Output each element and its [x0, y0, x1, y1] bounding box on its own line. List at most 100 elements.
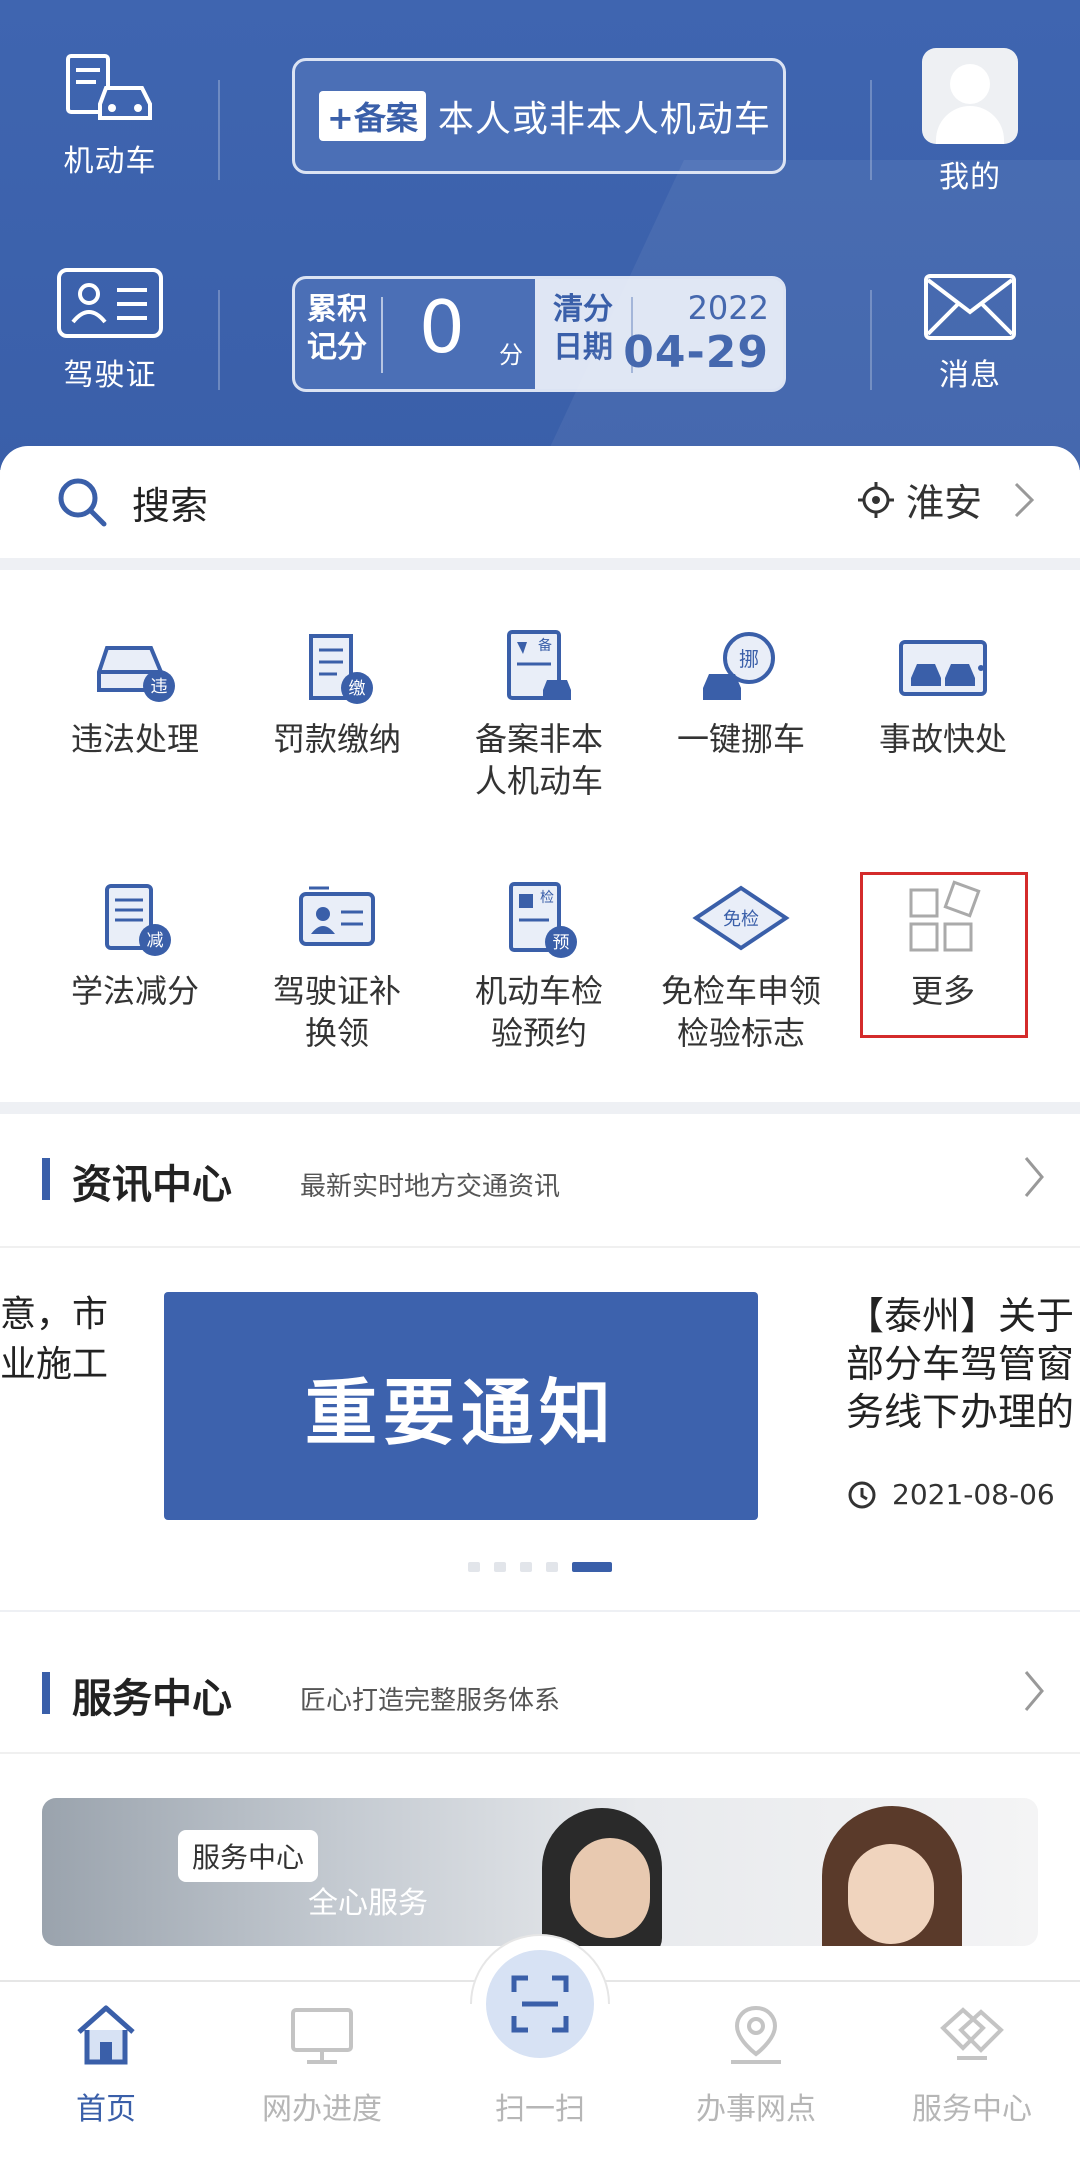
news-text: 意，市 [0, 1294, 109, 1335]
beian-card[interactable]: +备案 本人或非本人机动车 [292, 58, 786, 174]
score-value: 0 [419, 285, 465, 369]
study-law-icon: 减 [105, 884, 171, 956]
news-text: 业施工 [0, 1344, 109, 1385]
news-header[interactable]: 资讯中心 最新实时地方交通资讯 [0, 1114, 1080, 1238]
accident-icon [899, 640, 987, 696]
message-entry[interactable]: 消息 [900, 272, 1040, 394]
location-pin-icon [731, 2005, 781, 2064]
search-bar[interactable]: 搜索 淮安 [0, 446, 1080, 558]
violation-car-icon: 违 [97, 646, 175, 702]
vehicle-label: 机动车 [63, 144, 157, 179]
banner-tag: 服务中心 [178, 1830, 319, 1882]
fine-payment-icon: 缴 [309, 634, 373, 704]
banner-subtitle: 全心服务 [308, 1886, 428, 1921]
service-label: 事故快处 [878, 720, 1007, 758]
service-accident[interactable]: 事故快处 [848, 628, 1038, 760]
home-icon [77, 2005, 135, 2065]
license-entry[interactable]: 驾驶证 [40, 266, 180, 394]
record-vehicle-icon: 备 [507, 630, 571, 700]
news-item-prev[interactable]: 意，市 业施工 [0, 1290, 108, 1390]
beian-tag: +备案 [319, 91, 426, 141]
inspection-booking-icon: 检 预 [509, 882, 577, 958]
move-car-icon: 挪 [703, 632, 775, 700]
service-record[interactable]: 备 备案非本 人机动车 [444, 628, 634, 802]
divider [870, 290, 872, 390]
locate-icon [857, 481, 894, 518]
divider [218, 290, 220, 390]
envelope-icon [924, 274, 1016, 340]
city-label: 淮安 [905, 481, 982, 525]
exempt-sign-icon: 免检 [692, 885, 790, 951]
monitor-icon [291, 2008, 353, 2064]
nav-label: 网办进度 [262, 2092, 382, 2127]
clear-key: 清分日期 [553, 292, 613, 365]
chevron-right-icon [1014, 482, 1035, 517]
section-title: 资讯中心 [72, 1162, 232, 1208]
banner-title: 重要通知 [304, 1370, 617, 1455]
license-label: 驾驶证 [63, 358, 157, 393]
divider [218, 80, 220, 180]
search-input[interactable]: 搜索 [132, 475, 208, 530]
service-label: 机动车检 验预约 [474, 972, 603, 1052]
license-card-icon [57, 268, 163, 338]
news-section: 资讯中心 最新实时地方交通资讯 意，市 业施工 重要通知 【泰州】关于 部分车驾… [0, 1114, 1080, 1610]
service-inspection[interactable]: 检 预 机动车检 验预约 [444, 880, 634, 1054]
service-label: 备案非本 人机动车 [474, 720, 603, 800]
mine-entry[interactable]: 我的 [900, 48, 1040, 196]
nav-label: 扫一扫 [495, 2092, 585, 2127]
nav-progress[interactable]: 网办进度 [222, 2000, 422, 2128]
vehicle-entry[interactable]: 机动车 [40, 48, 180, 180]
svg-text:备: 备 [538, 637, 552, 654]
clear-date: 04-29 [623, 327, 769, 378]
service-fine[interactable]: 缴 罚款缴纳 [242, 628, 432, 760]
service-label: 违法处理 [70, 720, 199, 758]
more-highlight-box [860, 872, 1028, 1038]
service-label: 罚款缴纳 [272, 720, 401, 758]
date-text: 2021-08-06 [892, 1478, 1055, 1511]
services-grid: 违 违法处理 缴 罚款缴纳 备 备案非本 人机动车 挪 一键挪车 事故快处 减 … [0, 570, 1080, 1102]
beian-text: 本人或非本人机动车 [437, 99, 771, 140]
divider [870, 80, 872, 180]
service-violation[interactable]: 违 违法处理 [40, 628, 230, 760]
svg-text:缴: 缴 [349, 679, 366, 699]
news-text: 部分车驾管窗 [846, 1342, 1075, 1386]
svg-text:违: 违 [151, 677, 168, 697]
svg-text:减: 减 [147, 931, 164, 951]
service-study-law[interactable]: 减 学法减分 [40, 880, 230, 1012]
score-card[interactable]: 累积记分 0 分 清分日期 2022 04-29 [292, 276, 786, 392]
chevron-right-icon [1024, 1157, 1044, 1197]
mine-label: 我的 [939, 160, 1001, 195]
nav-label: 首页 [76, 2092, 136, 2127]
nav-label: 服务中心 [912, 2092, 1032, 2127]
score-unit: 分 [499, 341, 523, 369]
service-center-header[interactable]: 服务中心 匠心打造完整服务体系 [0, 1628, 1080, 1752]
section-subtitle: 匠心打造完整服务体系 [300, 1686, 561, 1716]
nav-scan[interactable]: 扫一扫 [440, 2000, 640, 2128]
service-move-car[interactable]: 挪 一键挪车 [646, 628, 836, 760]
news-banner[interactable]: 重要通知 [164, 1292, 758, 1520]
carousel-indicator [468, 1562, 612, 1572]
header: 机动车 驾驶证 +备案 本人或非本人机动车 累积记分 0 分 清分日期 2022 [0, 0, 1080, 470]
score-key: 累积记分 [307, 292, 367, 365]
service-label: 驾驶证补 换领 [272, 972, 401, 1052]
nav-service[interactable]: 服务中心 [872, 2000, 1072, 2128]
nav-outlets[interactable]: 办事网点 [656, 2000, 856, 2128]
location-selector[interactable]: 淮安 [856, 472, 1040, 527]
svg-text:挪: 挪 [739, 647, 759, 671]
news-date: 2021-08-06 [846, 1478, 1055, 1511]
service-exempt[interactable]: 免检 免检车申领 检验标志 [646, 880, 836, 1054]
svg-text:检: 检 [540, 890, 554, 906]
vehicle-doc-icon [66, 54, 152, 120]
service-label: 学法减分 [70, 972, 199, 1010]
clock-icon [848, 1481, 876, 1508]
section-subtitle: 最新实时地方交通资讯 [300, 1172, 561, 1202]
service-license-renew[interactable]: 驾驶证补 换领 [242, 880, 432, 1054]
section-title: 服务中心 [72, 1676, 232, 1722]
svg-text:预: 预 [553, 933, 570, 953]
nav-home[interactable]: 首页 [6, 2000, 206, 2128]
service-banner[interactable]: 服务中心 全心服务 [42, 1798, 1038, 1946]
news-text: 【泰州】关于 [846, 1294, 1075, 1338]
news-item-next[interactable]: 【泰州】关于 部分车驾管窗 务线下办理的 [846, 1292, 1080, 1436]
search-icon [58, 478, 107, 527]
handshake-icon [940, 2007, 1004, 2060]
